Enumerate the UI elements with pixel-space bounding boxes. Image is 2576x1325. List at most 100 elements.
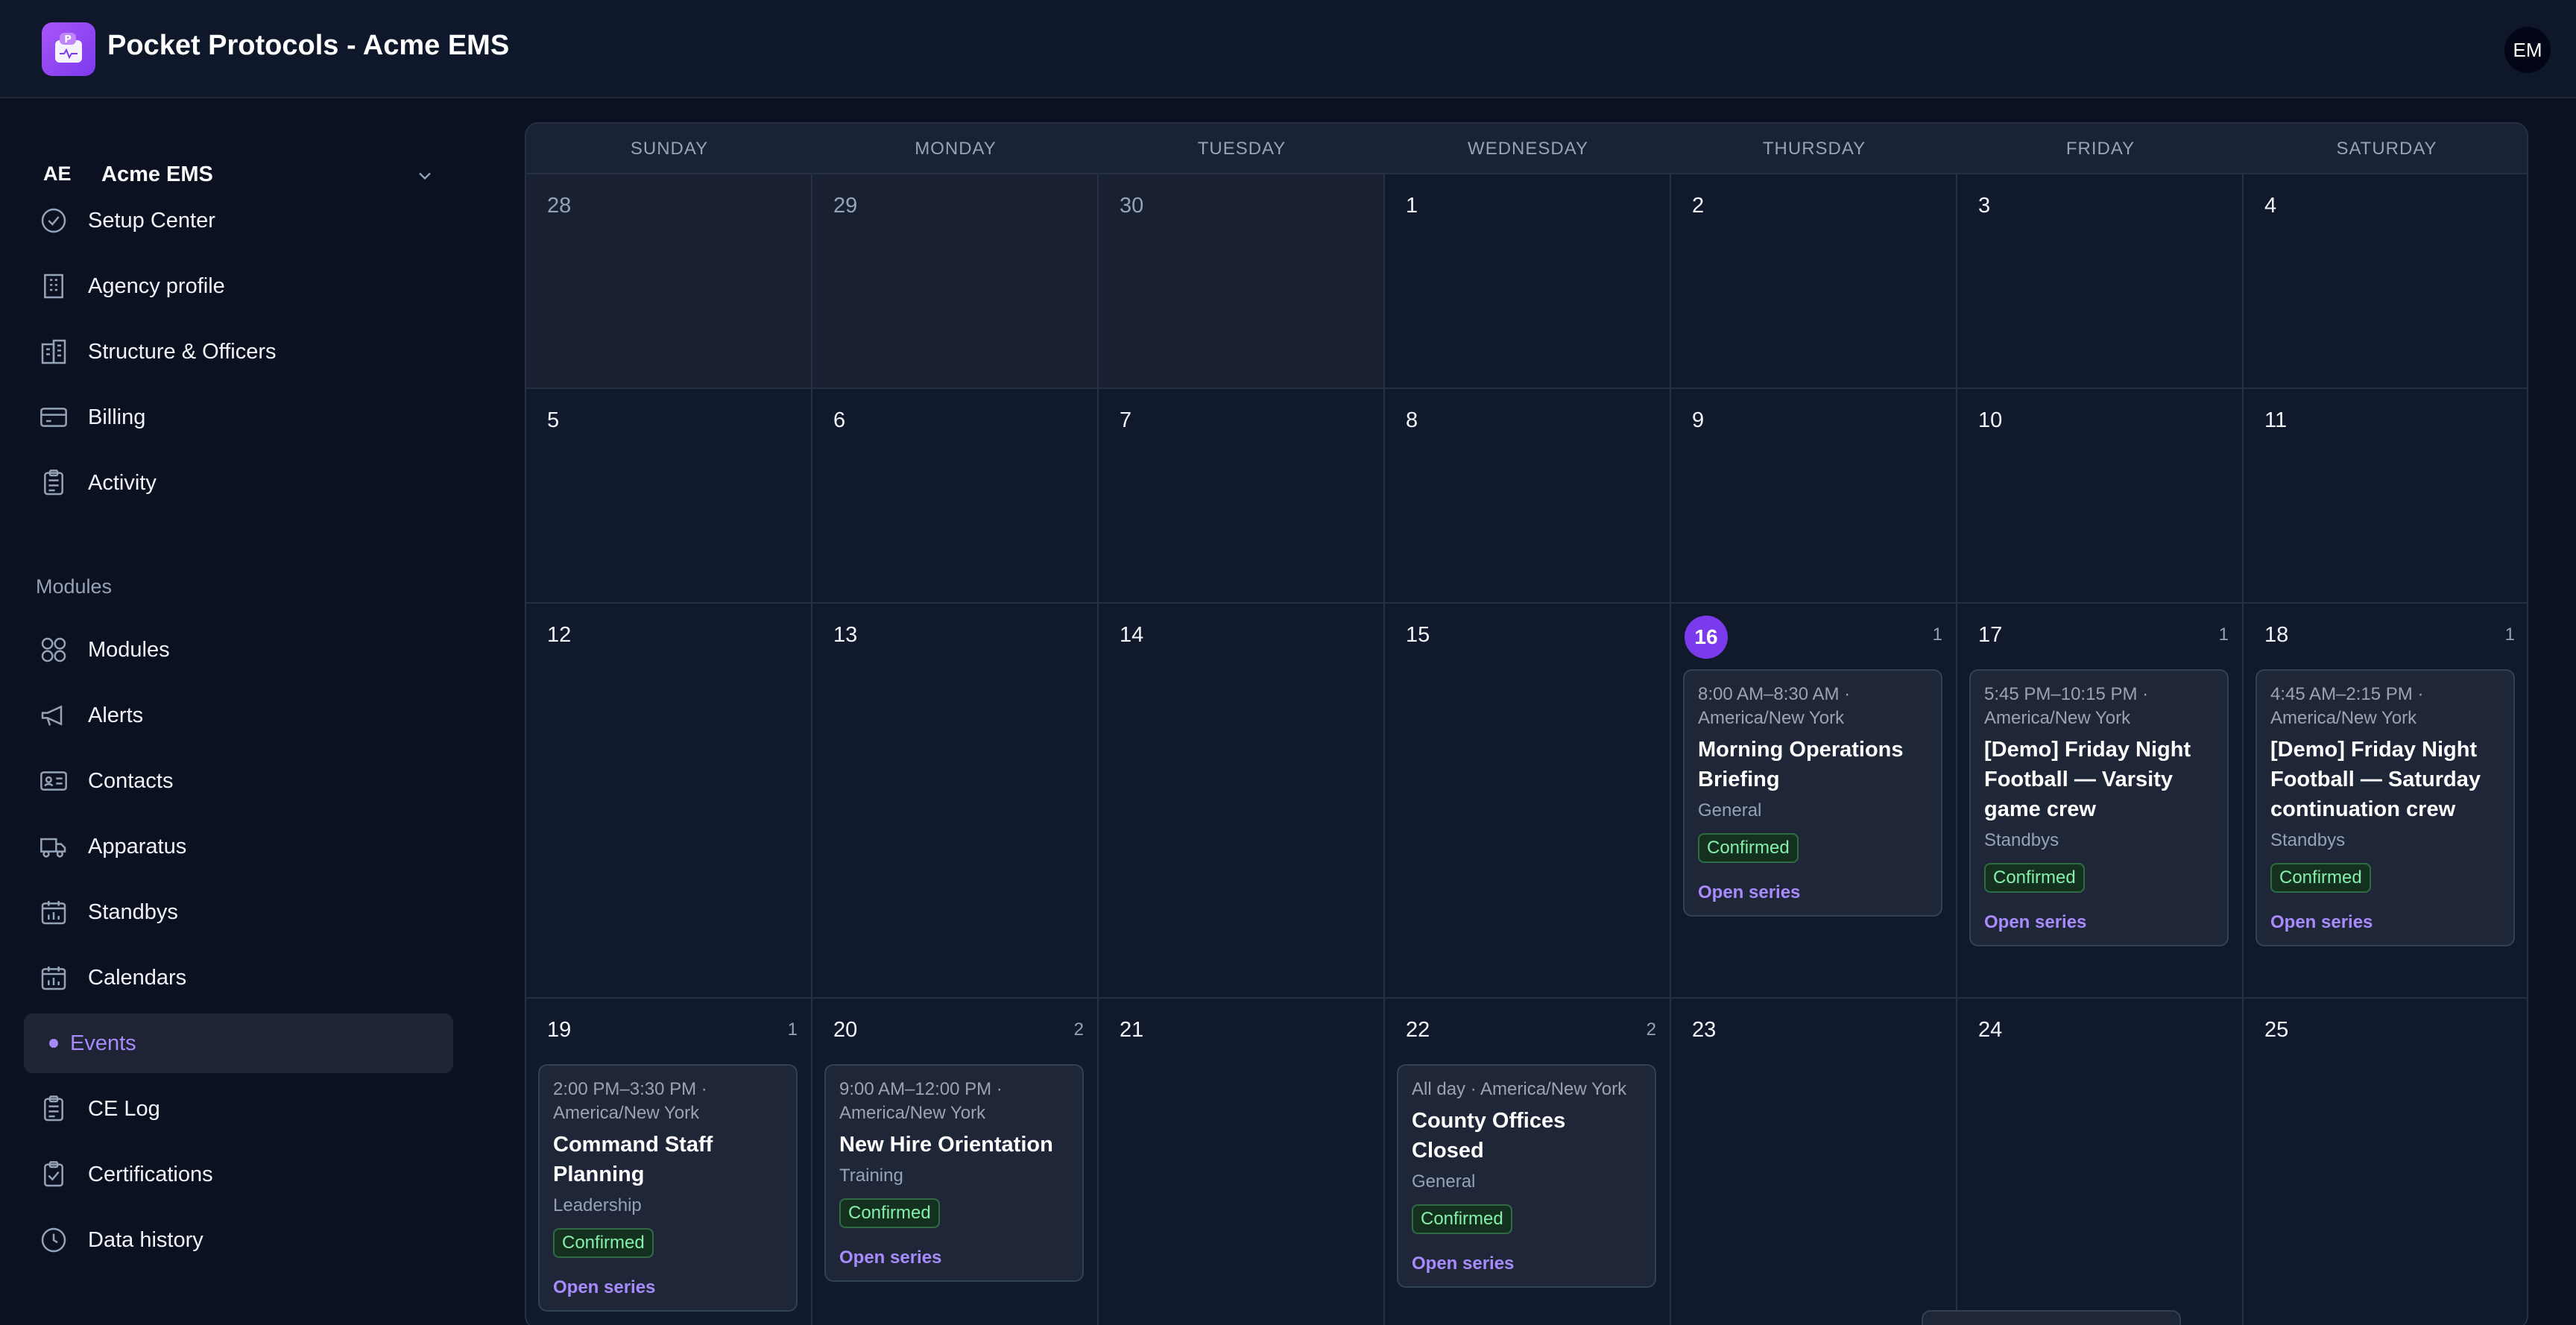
event-card[interactable]: 5:45 PM–10:15 PM · America/New York [Dem…	[1969, 669, 2229, 946]
sidebar-item-data-history[interactable]: Data history	[24, 1210, 453, 1270]
day-cell[interactable]: 28	[526, 174, 812, 389]
day-number: 28	[547, 194, 572, 218]
day-cell[interactable]: 10	[1957, 389, 2244, 604]
sidebar-item-ce-log[interactable]: CE Log	[24, 1079, 453, 1139]
day-cell[interactable]: 21	[1099, 999, 1385, 1325]
sidebar-item-setup-center[interactable]: Setup Center	[24, 191, 453, 250]
event-card[interactable]: All day · America/New York County Office…	[1397, 1064, 1656, 1288]
event-title: Morning Operations Briefing	[1698, 738, 1904, 791]
day-cell[interactable]: 19 1 2:00 PM–3:30 PM · America/New York …	[526, 999, 812, 1325]
sidebar-item-billing[interactable]: Billing	[24, 388, 453, 447]
event-card[interactable]: 4:45 AM–2:15 PM · America/New York [Demo…	[2255, 669, 2515, 946]
day-cell[interactable]: 22 2 All day · America/New York County O…	[1385, 999, 1671, 1325]
event-time: 5:45 PM–10:15 PM · America/New York	[1984, 684, 2149, 728]
open-series-link[interactable]: Open series	[1698, 882, 1928, 903]
day-number: 14	[1120, 623, 1144, 647]
sidebar-item-label: Standbys	[88, 899, 178, 924]
sidebar-item-label: Apparatus	[88, 834, 187, 858]
sidebar-item-standbys[interactable]: Standbys	[24, 882, 453, 942]
user-avatar[interactable]: EM	[2504, 27, 2551, 73]
day-cell[interactable]: 29	[812, 174, 1099, 389]
day-cell[interactable]: 14	[1099, 604, 1385, 999]
sidebar-item-alerts[interactable]: Alerts	[24, 686, 453, 745]
day-number: 11	[2264, 408, 2288, 432]
open-series-link[interactable]: Open series	[1412, 1253, 1641, 1274]
sidebar-item-modules[interactable]: Modules	[24, 620, 453, 680]
weekday-label: SATURDAY	[2336, 139, 2437, 159]
dot-icon	[49, 1039, 58, 1048]
day-cell[interactable]: 18 1 4:45 AM–2:15 PM · America/New York …	[2244, 604, 2527, 999]
event-count: 1	[1932, 624, 1942, 645]
clipboard-icon	[37, 1092, 70, 1125]
event-category: Leadership	[553, 1195, 642, 1215]
day-number: 4	[2264, 194, 2277, 218]
day-number: 24	[1978, 1018, 2003, 1042]
day-cell[interactable]: 5	[526, 389, 812, 604]
org-name: Acme EMS	[101, 162, 213, 186]
day-cell[interactable]: 17 1 5:45 PM–10:15 PM · America/New York…	[1957, 604, 2244, 999]
status-badge: Confirmed	[2270, 863, 2371, 893]
day-number: 30	[1120, 194, 1144, 218]
check-circle-icon	[37, 204, 70, 237]
sidebar-item-contacts[interactable]: Contacts	[24, 751, 453, 811]
event-title: County Offices Closed	[1412, 1109, 1566, 1163]
event-time: 8:00 AM–8:30 AM · America/New York	[1698, 684, 1851, 728]
day-cell-today[interactable]: 16 1 8:00 AM–8:30 AM · America/New York …	[1671, 604, 1957, 999]
sidebar-item-agency-profile[interactable]: Agency profile	[24, 256, 453, 316]
status-badge: Confirmed	[1984, 863, 2085, 893]
event-card[interactable]	[1922, 1310, 2181, 1325]
event-title: Command Staff Planning	[553, 1133, 713, 1186]
day-number: 20	[833, 1018, 858, 1042]
day-cell[interactable]: 25	[2244, 999, 2527, 1325]
sidebar-item-events[interactable]: Events	[24, 1013, 453, 1073]
event-count: 1	[787, 1019, 798, 1040]
day-cell[interactable]: 13	[812, 604, 1099, 999]
day-cell[interactable]: 20 2 9:00 AM–12:00 PM · America/New York…	[812, 999, 1099, 1325]
event-category: General	[1698, 800, 1762, 820]
event-card[interactable]: 9:00 AM–12:00 PM · America/New York New …	[824, 1064, 1084, 1282]
day-number: 5	[547, 408, 560, 432]
event-time: 4:45 AM–2:15 PM · America/New York	[2270, 684, 2424, 728]
open-series-link[interactable]: Open series	[2270, 912, 2500, 933]
event-card[interactable]: 8:00 AM–8:30 AM · America/New York Morni…	[1683, 669, 1942, 917]
sidebar-item-certifications[interactable]: Certifications	[24, 1145, 453, 1204]
day-cell[interactable]: 23	[1671, 999, 1957, 1325]
day-cell[interactable]: 30	[1099, 174, 1385, 389]
event-category: General	[1412, 1171, 1476, 1192]
event-time: All day · America/New York	[1412, 1079, 1627, 1099]
day-cell[interactable]: 8	[1385, 389, 1671, 604]
weekday-header: SUNDAY MONDAY TUESDAY WEDNESDAY THURSDAY…	[526, 124, 2527, 174]
today-badge: 16	[1685, 616, 1728, 659]
day-number: 8	[1406, 408, 1418, 432]
day-cell[interactable]: 24	[1957, 999, 2244, 1325]
open-series-link[interactable]: Open series	[1984, 912, 2214, 933]
sidebar-item-calendars[interactable]: Calendars	[24, 948, 453, 1008]
day-cell[interactable]: 12	[526, 604, 812, 999]
building-icon	[37, 270, 70, 303]
open-series-link[interactable]: Open series	[553, 1277, 783, 1298]
day-number: 17	[1978, 623, 2003, 647]
sidebar-item-structure-officers[interactable]: Structure & Officers	[24, 322, 453, 382]
day-cell[interactable]: 4	[2244, 174, 2527, 389]
event-title: [Demo] Friday Night Football — Saturday …	[2270, 738, 2481, 821]
day-cell[interactable]: 1	[1385, 174, 1671, 389]
weekday-label: FRIDAY	[2065, 139, 2135, 159]
day-cell[interactable]: 6	[812, 389, 1099, 604]
svg-text:P: P	[64, 34, 72, 45]
day-cell[interactable]: 2	[1671, 174, 1957, 389]
day-number: 18	[2264, 623, 2289, 647]
day-cell[interactable]: 9	[1671, 389, 1957, 604]
sidebar-item-activity[interactable]: Activity	[24, 453, 453, 513]
day-cell[interactable]: 11	[2244, 389, 2527, 604]
day-cell[interactable]: 3	[1957, 174, 2244, 389]
status-badge: Confirmed	[1412, 1204, 1512, 1234]
event-card[interactable]: 2:00 PM–3:30 PM · America/New York Comma…	[538, 1064, 798, 1312]
sidebar-item-label: Activity	[88, 470, 157, 495]
sidebar-item-apparatus[interactable]: Apparatus	[24, 817, 453, 876]
open-series-link[interactable]: Open series	[839, 1247, 1069, 1268]
day-cell[interactable]: 15	[1385, 604, 1671, 999]
day-number: 25	[2264, 1018, 2289, 1042]
day-cell[interactable]: 7	[1099, 389, 1385, 604]
clipboard-icon	[37, 467, 70, 499]
day-number: 9	[1692, 408, 1705, 432]
